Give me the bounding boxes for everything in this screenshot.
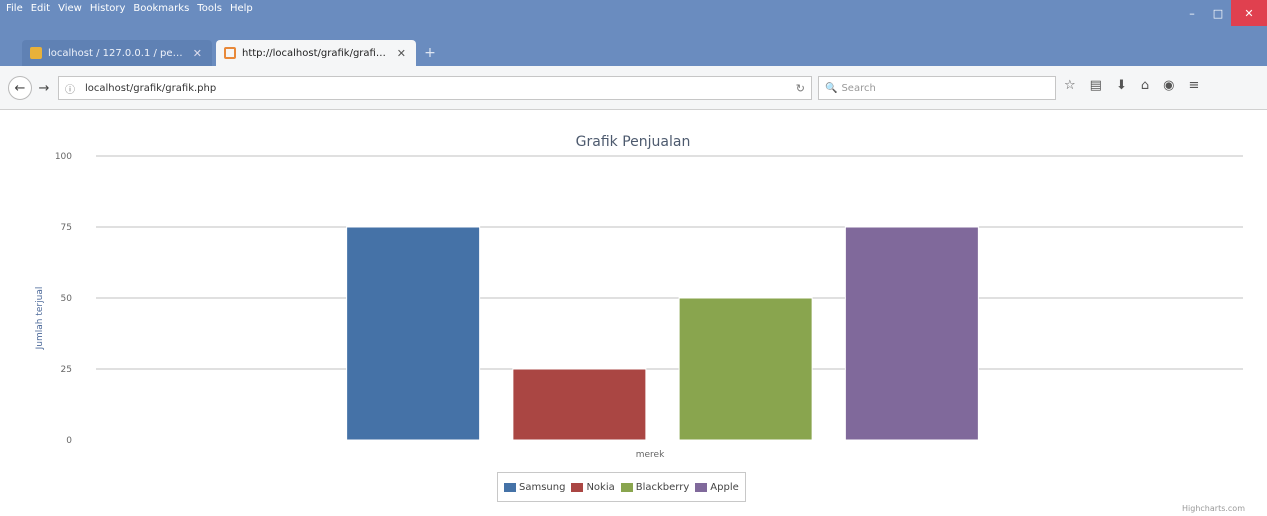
home-icon[interactable]: ⌂ bbox=[1141, 78, 1149, 98]
bar-nokia[interactable] bbox=[512, 368, 647, 441]
menu-bar: File Edit View History Bookmarks Tools H… bbox=[6, 3, 253, 17]
y-tick-label: 100 bbox=[55, 152, 72, 162]
legend-label: Samsung bbox=[519, 481, 566, 493]
legend-label: Blackberry bbox=[635, 481, 690, 493]
forward-button[interactable]: → bbox=[34, 78, 54, 98]
legend-label: Nokia bbox=[586, 481, 615, 493]
bar-blackberry[interactable] bbox=[678, 297, 813, 441]
toolbar-icons: ☆ ▤ ⬇ ⌂ ◉ ≡ bbox=[1064, 78, 1199, 98]
gridlines bbox=[96, 155, 1243, 370]
reload-icon[interactable]: ↻ bbox=[796, 82, 805, 95]
y-tick-label: 25 bbox=[61, 365, 72, 375]
nav-toolbar: ← → ⓘ localhost/grafik/grafik.php ↻ 🔍 Se… bbox=[0, 66, 1267, 110]
tab-label: localhost / 127.0.0.1 / penjualan bbox=[48, 47, 187, 59]
minimize-button[interactable]: – bbox=[1179, 0, 1205, 26]
reading-list-icon[interactable]: ▤ bbox=[1090, 78, 1102, 98]
page-content: Grafik Penjualan 0 25 50 75 100 Jumlah terju… bbox=[0, 110, 1267, 516]
close-tab-icon[interactable]: ✕ bbox=[397, 47, 406, 60]
legend-swatch bbox=[695, 482, 708, 492]
legend-item-samsung[interactable]: Samsung bbox=[504, 482, 565, 493]
legend-swatch bbox=[620, 482, 633, 492]
window-controls: – □ ✕ bbox=[1179, 0, 1267, 26]
legend-swatch bbox=[571, 482, 584, 492]
close-window-button[interactable]: ✕ bbox=[1231, 0, 1267, 26]
legend-item-apple[interactable]: Apple bbox=[695, 481, 739, 493]
back-button[interactable]: ← bbox=[8, 76, 32, 100]
y-axis-ticks: 0 25 50 75 100 bbox=[55, 152, 72, 446]
url-bar[interactable]: ⓘ localhost/grafik/grafik.php ↻ bbox=[58, 76, 812, 100]
tab-phpmyadmin[interactable]: localhost / 127.0.0.1 / penjualan ✕ bbox=[22, 40, 212, 66]
y-axis-label: Jumlah terjual bbox=[35, 287, 45, 351]
chart-title: Grafik Penjualan bbox=[576, 134, 691, 150]
tab-label: http://localhost/grafik/grafik.php bbox=[242, 47, 391, 59]
legend-item-blackberry[interactable]: Blackberry bbox=[620, 481, 690, 493]
legend-item-nokia[interactable]: Nokia bbox=[571, 481, 615, 493]
menu-view[interactable]: View bbox=[58, 3, 82, 17]
new-tab-button[interactable]: + bbox=[420, 44, 440, 62]
search-placeholder: Search bbox=[841, 82, 876, 94]
bookmark-star-icon[interactable]: ☆ bbox=[1064, 78, 1076, 98]
favicon-icon bbox=[30, 47, 42, 59]
menu-tools[interactable]: Tools bbox=[197, 3, 222, 17]
menu-file[interactable]: File bbox=[6, 3, 23, 17]
pocket-icon[interactable]: ◉ bbox=[1163, 78, 1174, 98]
download-icon[interactable]: ⬇ bbox=[1116, 78, 1127, 98]
menu-history[interactable]: History bbox=[90, 3, 126, 17]
favicon-icon bbox=[224, 47, 236, 59]
url-text: localhost/grafik/grafik.php bbox=[85, 82, 217, 94]
bars bbox=[346, 226, 979, 441]
menu-edit[interactable]: Edit bbox=[31, 3, 50, 17]
y-tick-label: 0 bbox=[66, 436, 72, 446]
search-icon: 🔍 bbox=[825, 82, 838, 94]
bar-chart: Grafik Penjualan 0 25 50 75 100 Jumlah terju… bbox=[35, 134, 1243, 460]
chart-legend: Samsung Nokia Blackberry Apple bbox=[497, 472, 746, 502]
x-axis-label: merek bbox=[636, 450, 665, 460]
legend-label: Apple bbox=[710, 481, 739, 493]
bar-apple[interactable] bbox=[844, 226, 979, 441]
close-tab-icon[interactable]: ✕ bbox=[193, 47, 202, 60]
bar-samsung[interactable] bbox=[346, 226, 481, 441]
legend-swatch bbox=[504, 482, 516, 492]
hamburger-menu-icon[interactable]: ≡ bbox=[1188, 78, 1199, 98]
maximize-button[interactable]: □ bbox=[1205, 0, 1231, 26]
search-input[interactable]: 🔍 Search bbox=[818, 76, 1056, 100]
menu-bookmarks[interactable]: Bookmarks bbox=[133, 3, 189, 17]
site-info-icon[interactable]: ⓘ bbox=[65, 81, 79, 96]
highcharts-credit[interactable]: Highcharts.com bbox=[1182, 504, 1245, 513]
y-tick-label: 75 bbox=[61, 223, 72, 233]
tab-grafik[interactable]: http://localhost/grafik/grafik.php ✕ bbox=[216, 40, 416, 66]
menu-help[interactable]: Help bbox=[230, 3, 253, 17]
y-tick-label: 50 bbox=[61, 294, 73, 304]
